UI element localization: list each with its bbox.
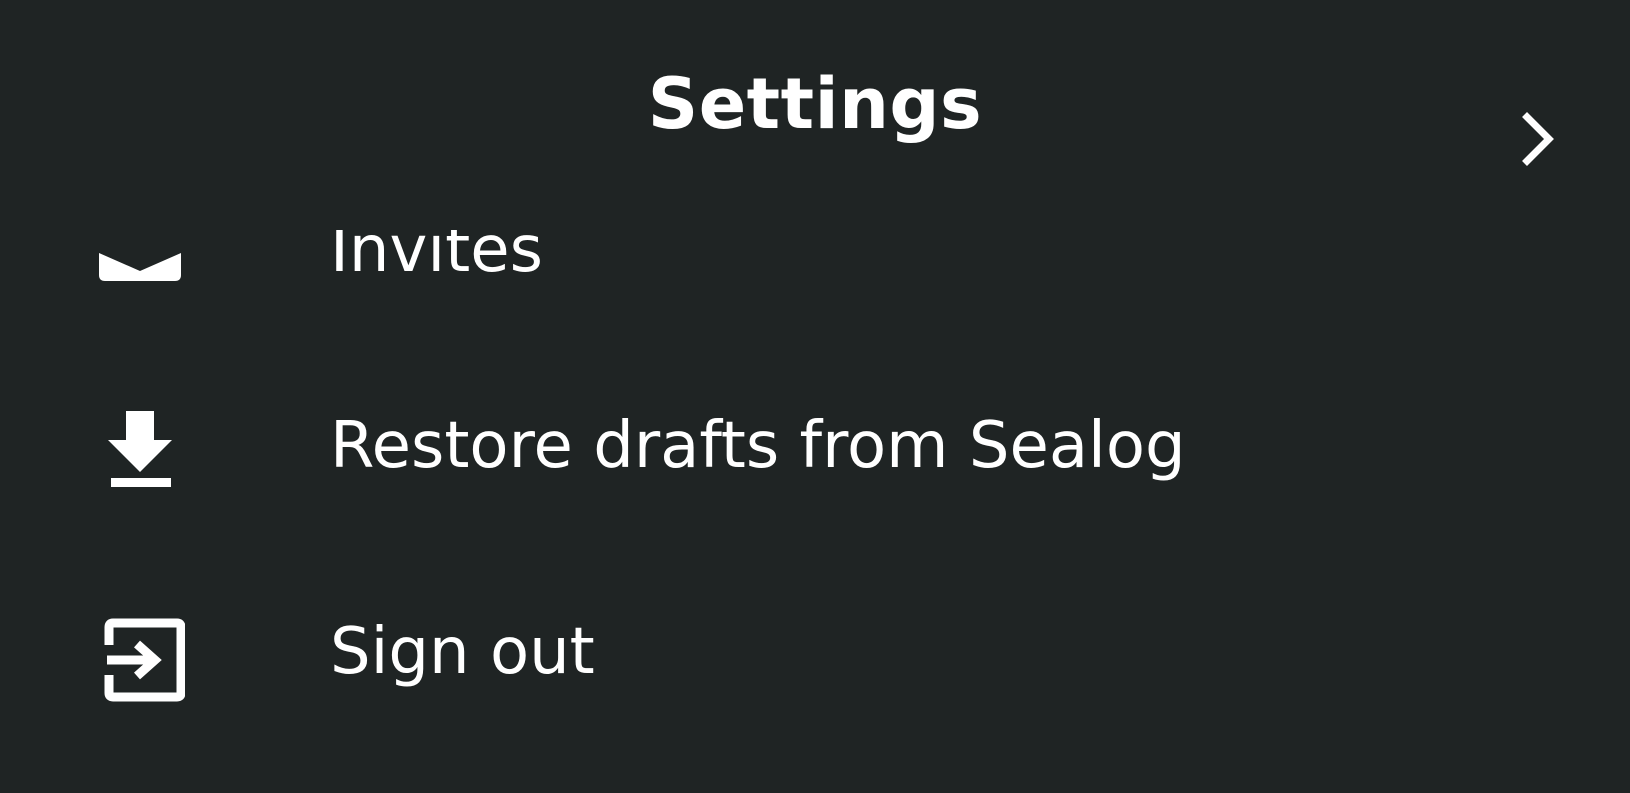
menu-item-restore-drafts[interactable]: Restore drafts from Sealog	[0, 357, 1630, 547]
page-title: Settings	[647, 63, 983, 145]
sign-out-icon	[95, 615, 186, 705]
menu-item-sign-out[interactable]: Sign out	[0, 563, 1630, 753]
app-header: Settings	[0, 0, 1630, 230]
menu-item-label: Sign out	[330, 615, 595, 689]
menu-item-label: Restore drafts from Sealog	[330, 409, 1186, 483]
settings-screen: Invites Restore drafts from Sealog Sign …	[0, 0, 1630, 793]
chevron-right-icon[interactable]	[1505, 107, 1565, 167]
download-icon	[95, 409, 185, 499]
